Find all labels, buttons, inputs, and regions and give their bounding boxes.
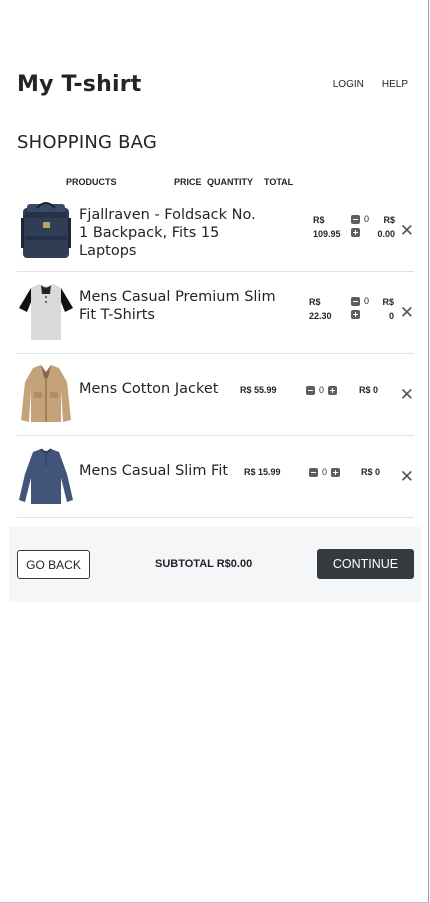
cart-item-row: Mens Casual Slim Fit R$ 15.99 0 R$ 0 ✕ [17,436,414,518]
quantity-stepper: 0 [306,385,338,395]
decrease-quantity-button[interactable] [309,467,318,477]
quantity-stepper: 0 [309,467,341,477]
tshirt-image [19,284,73,340]
decrease-quantity-button[interactable] [306,385,315,395]
continue-button[interactable]: CONTINUE [317,549,414,579]
longsleeve-image [19,448,73,504]
cart-item-row: Mens Casual Premium Slim Fit T-Shirts R$… [17,272,414,354]
quantity-stepper: 0 [351,296,369,319]
product-name[interactable]: Mens Casual Premium Slim Fit T-Shirts [79,288,294,324]
remove-item-icon[interactable]: ✕ [400,386,414,403]
product-total: R$ 0 [361,467,381,477]
decrease-quantity-button[interactable] [351,214,360,224]
product-price: R$ 15.99 [244,467,281,477]
product-price: R$ 22.30 [309,297,332,321]
cart-item-row: Mens Cotton Jacket R$ 55.99 0 R$ 0 ✕ [17,354,414,436]
product-name[interactable]: Mens Cotton Jacket [79,380,229,398]
product-total: R$ 0 [359,385,379,395]
column-header-price: PRICE [174,177,202,187]
cart-footer: GO BACK SUBTOTAL R$0.00 CONTINUE [9,527,421,602]
quantity-value: 0 [319,385,325,395]
remove-item-icon[interactable]: ✕ [400,304,414,321]
column-header-total: TOTAL [264,177,294,187]
backpack-image [21,202,71,258]
brand-logo[interactable]: My T-shirt [17,72,141,97]
increase-quantity-button[interactable] [331,467,341,477]
increase-quantity-button[interactable] [328,385,338,395]
quantity-stepper: 0 [351,214,369,237]
cart-item-row: Fjallraven - Foldsack No. 1 Backpack, Fi… [17,190,414,272]
remove-item-icon[interactable]: ✕ [400,222,414,239]
product-name[interactable]: Fjallraven - Foldsack No. 1 Backpack, Fi… [79,206,269,260]
increase-quantity-button[interactable] [351,310,360,319]
header: My T-shirt LOGIN HELP [17,72,408,97]
product-total: R$ 0 [382,297,394,321]
quantity-value: 0 [364,214,370,224]
page-title: SHOPPING BAG [17,132,157,153]
increase-quantity-button[interactable] [351,228,360,237]
column-header-quantity: QUANTITY [207,177,253,187]
product-price: R$ 55.99 [240,385,277,395]
top-nav: LOGIN HELP [333,79,408,90]
product-price: R$ 109.95 [313,215,341,239]
subtotal: SUBTOTAL R$0.00 [155,558,253,570]
login-link[interactable]: LOGIN [333,79,364,90]
decrease-quantity-button[interactable] [351,296,360,306]
column-header-products: PRODUCTS [66,177,117,187]
product-name[interactable]: Mens Casual Slim Fit [79,462,234,480]
quantity-value: 0 [364,296,370,306]
remove-item-icon[interactable]: ✕ [400,468,414,485]
jacket-image [21,365,71,422]
go-back-button[interactable]: GO BACK [17,550,90,579]
help-link[interactable]: HELP [382,79,408,90]
quantity-value: 0 [322,467,328,477]
product-total: R$ 0.00 [377,215,395,239]
